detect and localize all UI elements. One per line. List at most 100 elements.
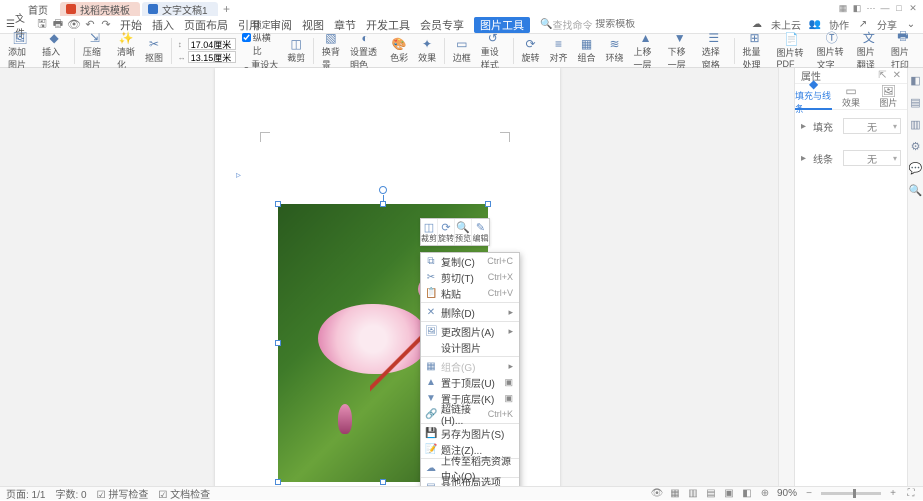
win-menu-icon[interactable]: ⋯ xyxy=(865,2,877,14)
ctx-save-as-pic[interactable]: 💾另存为图片(S) xyxy=(421,425,519,441)
cloud-status[interactable]: 未上云 xyxy=(771,17,801,32)
search-input[interactable] xyxy=(595,19,665,30)
border-button[interactable]: ▭边框 xyxy=(451,37,473,64)
mini-rotate-button[interactable]: ⟳旋转 xyxy=(438,219,455,245)
view-focus-icon[interactable]: ◧ xyxy=(741,489,753,499)
ctx-design-pic[interactable]: 设计图片 xyxy=(421,339,519,355)
fullscreen-icon[interactable]: ⛶ xyxy=(905,489,917,499)
ribbon-tab-layout[interactable]: 页面布局 xyxy=(184,17,228,33)
status-spell[interactable]: ☑ 拼写检查 xyxy=(97,486,149,501)
mini-preview-button[interactable]: 🔍预览 xyxy=(455,219,472,245)
win-grid-icon[interactable]: ▦ xyxy=(837,2,849,14)
status-doc-check[interactable]: ☑ 文档检查 xyxy=(158,486,210,501)
fill-select[interactable]: 无 xyxy=(843,118,901,134)
reset-style-button[interactable]: ↺重设样式 xyxy=(479,31,507,71)
resize-handle[interactable] xyxy=(485,201,491,207)
ribbon-tab-vip[interactable]: 会员专享 xyxy=(420,17,464,33)
crop-button[interactable]: ◫裁剪 xyxy=(285,37,307,64)
panel-pin-icon[interactable]: ⇱ xyxy=(878,70,886,81)
effect-button[interactable]: ✦效果 xyxy=(416,37,438,64)
ctx-hyperlink[interactable]: 🔗超链接(H)...Ctrl+K xyxy=(421,406,519,422)
resize-handle[interactable] xyxy=(275,340,281,346)
tab-template[interactable]: 找稻壳模板 xyxy=(60,2,140,16)
panel-tab-pic[interactable]: 🖼图片 xyxy=(870,84,907,110)
select-pane-button[interactable]: ☰选择窗格 xyxy=(700,31,728,71)
rotation-handle[interactable] xyxy=(379,186,387,194)
view-web-icon[interactable]: ▥ xyxy=(687,489,699,499)
pic-print-button[interactable]: 🖶图片打印 xyxy=(889,31,917,71)
zoom-fit-icon[interactable]: ⊕ xyxy=(759,489,771,499)
status-page[interactable]: 页面: 1/1 xyxy=(6,486,45,501)
view-full-icon[interactable]: ▣ xyxy=(723,489,735,499)
tab-home[interactable]: 首页 xyxy=(22,2,58,16)
pic-to-text-button[interactable]: Ⓣ图片转文字 xyxy=(815,31,849,71)
view-print-icon[interactable]: ▦ xyxy=(669,489,681,499)
resize-handle[interactable] xyxy=(380,479,386,485)
ctx-change-pic[interactable]: 🖼更改图片(A)▸ xyxy=(421,323,519,339)
insert-shape-button[interactable]: ◆插入形状 xyxy=(40,31,68,71)
clarity-button[interactable]: ✨清晰化 xyxy=(115,31,137,71)
tab-add[interactable]: + xyxy=(220,2,234,16)
group-button[interactable]: ▦组合 xyxy=(576,37,598,64)
pic-to-pdf-button[interactable]: 📄图片转PDF xyxy=(775,32,809,69)
comment-pane-icon[interactable]: 💬 xyxy=(910,162,922,174)
panel-close-icon[interactable]: ✕ xyxy=(893,70,901,81)
nav-pane-icon[interactable]: ▥ xyxy=(910,118,922,130)
panel-tab-fill[interactable]: ◆填充与线条 xyxy=(795,84,832,110)
chevron-right-icon[interactable]: ▸ xyxy=(801,121,809,132)
style-pane-icon[interactable]: ◧ xyxy=(910,74,922,86)
ctx-paste[interactable]: 📋粘贴Ctrl+V xyxy=(421,285,519,301)
mini-edit-button[interactable]: ✎编辑 xyxy=(472,219,489,245)
panel-tab-effect[interactable]: ▭效果 xyxy=(832,84,869,110)
width-input[interactable] xyxy=(188,51,236,63)
transparent-color-button[interactable]: ◐设置透明色 xyxy=(348,31,382,71)
resize-handle[interactable] xyxy=(275,479,281,485)
ctx-to-front[interactable]: ▲置于顶层(U)▣ xyxy=(421,374,519,390)
line-select[interactable]: 无 xyxy=(843,150,901,166)
chevron-right-icon[interactable]: ▸ xyxy=(801,153,809,164)
mini-crop-button[interactable]: ◫裁剪 xyxy=(421,219,438,245)
win-close-icon[interactable]: ✕ xyxy=(907,2,919,14)
up-layer-button[interactable]: ▲上移一层 xyxy=(632,31,660,71)
add-image-button[interactable]: 🖼添加图片 xyxy=(6,31,34,71)
coop-icon[interactable]: 👥 xyxy=(809,19,821,31)
search-pane-icon[interactable]: 🔍 xyxy=(910,184,922,196)
zoom-out-icon[interactable]: − xyxy=(803,489,815,499)
zoom-value[interactable]: 90% xyxy=(777,488,797,499)
ctx-cut[interactable]: ✂剪切(T)Ctrl+X xyxy=(421,269,519,285)
zoom-in-icon[interactable]: + xyxy=(887,489,899,499)
qat-print-icon[interactable]: 🖶 xyxy=(52,19,64,31)
win-min-icon[interactable]: — xyxy=(879,2,891,14)
rotate-button[interactable]: ⟳旋转 xyxy=(520,37,542,64)
qat-undo-icon[interactable]: ↶ xyxy=(84,19,96,31)
ctx-delete[interactable]: ✕删除(D)▸ xyxy=(421,304,519,320)
height-input[interactable] xyxy=(188,38,236,50)
ctx-other-layout[interactable]: ▤其他布局选项(L)... xyxy=(421,479,519,486)
ribbon-tab-insert[interactable]: 插入 xyxy=(152,17,174,33)
win-app-icon[interactable]: ◧ xyxy=(851,2,863,14)
align-button[interactable]: ≡对齐 xyxy=(548,37,570,64)
cutout-button[interactable]: ✂抠图 xyxy=(143,37,165,64)
wrap-button[interactable]: ≋环绕 xyxy=(604,37,626,64)
replace-bg-button[interactable]: ▧换背景 xyxy=(320,31,342,71)
resize-handle[interactable] xyxy=(275,201,281,207)
resize-handle[interactable] xyxy=(380,201,386,207)
color-button[interactable]: 🎨色彩 xyxy=(388,37,410,64)
down-layer-button[interactable]: ▼下移一层 xyxy=(666,31,694,71)
win-max-icon[interactable]: □ xyxy=(893,2,905,14)
select-pane-icon[interactable]: ▤ xyxy=(910,96,922,108)
pic-translate-button[interactable]: 文图片翻译 xyxy=(855,31,883,71)
zoom-slider[interactable] xyxy=(821,492,881,495)
ctx-copy[interactable]: ⧉复制(C)Ctrl+C xyxy=(421,253,519,269)
view-outline-icon[interactable]: ▤ xyxy=(705,489,717,499)
view-read-icon[interactable]: 👁 xyxy=(651,489,663,499)
file-menu[interactable]: ☰ 文件 xyxy=(6,18,28,32)
vertical-scrollbar[interactable] xyxy=(778,68,794,486)
qat-redo-icon[interactable]: ↷ xyxy=(100,19,112,31)
document-workspace[interactable]: ▹ ◫裁剪 ⟳旋转 🔍预览 ✎编辑 ⧉复制(C)Ctrl+C ✂剪切(T)Ctr… xyxy=(0,68,778,486)
qat-preview-icon[interactable]: 👁 xyxy=(68,19,80,31)
qat-save-icon[interactable]: 🖫 xyxy=(36,19,48,31)
status-words[interactable]: 字数: 0 xyxy=(55,486,86,501)
compress-button[interactable]: ⇲压缩图片 xyxy=(81,31,109,71)
batch-process-button[interactable]: ⊞批量处理 xyxy=(740,31,768,71)
